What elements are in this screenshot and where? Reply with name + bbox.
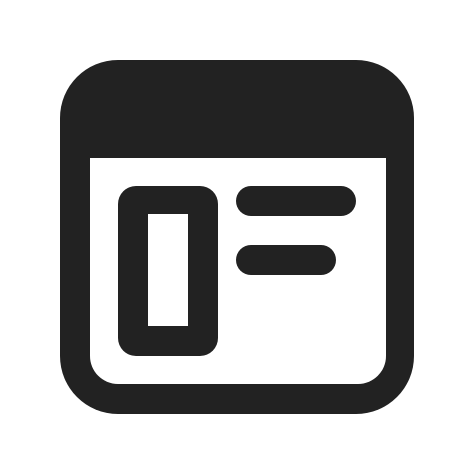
text-line-top bbox=[236, 186, 356, 216]
text-line-bottom bbox=[236, 245, 336, 275]
icon-canvas bbox=[0, 0, 474, 474]
window-content-top-edge bbox=[90, 158, 386, 188]
browser-window-icon bbox=[60, 60, 414, 414]
sidebar-block-inner bbox=[148, 214, 188, 326]
